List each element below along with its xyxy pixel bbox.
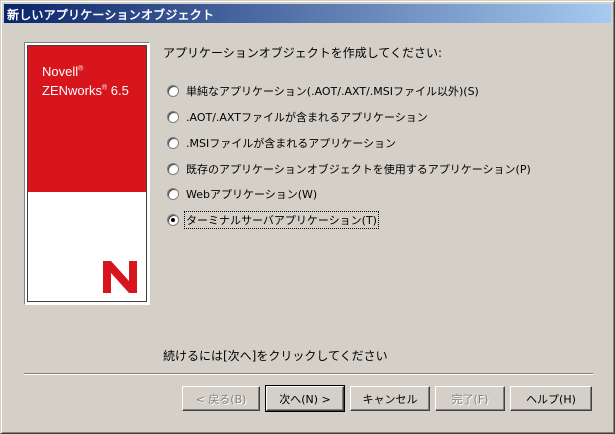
next-button[interactable]: 次へ(N) > xyxy=(265,385,345,412)
radio-button[interactable] xyxy=(167,188,179,200)
option-aot-axt-application[interactable]: .AOT/.AXTファイルが含まれるアプリケーション xyxy=(167,109,429,125)
option-terminal-server-application[interactable]: ターミナルサーバアプリケーション(T) xyxy=(167,211,379,229)
radio-button-selected[interactable] xyxy=(167,214,179,226)
brand-novell: Novell® xyxy=(42,64,84,79)
option-web-application[interactable]: Webアプリケーション(W) xyxy=(167,186,318,202)
radio-button[interactable] xyxy=(167,85,179,97)
option-label: .MSIファイルが含まれるアプリケーション xyxy=(186,137,396,150)
dialog-window: 新しいアプリケーションオブジェクト Novell® ZENworks® 6.5 … xyxy=(0,0,615,434)
option-label: 単純なアプリケーション(.AOT/.AXT/.MSIファイル以外)(S) xyxy=(186,85,479,98)
brand-zenworks: ZENworks® 6.5 xyxy=(42,83,129,98)
button-separator xyxy=(24,373,593,375)
option-label: ターミナルサーバアプリケーション(T) xyxy=(184,211,379,229)
option-msi-application[interactable]: .MSIファイルが含まれるアプリケーション xyxy=(167,135,397,151)
radio-button[interactable] xyxy=(167,137,179,149)
instruction-heading: アプリケーションオブジェクトを作成してください: xyxy=(163,46,443,60)
title-bar[interactable]: 新しいアプリケーションオブジェクト xyxy=(4,4,611,23)
radio-button[interactable] xyxy=(167,111,179,123)
radio-button[interactable] xyxy=(167,163,179,175)
cancel-button[interactable]: キャンセル xyxy=(350,386,430,411)
finish-button[interactable]: 完了(F) xyxy=(435,386,505,411)
option-label: .AOT/.AXTファイルが含まれるアプリケーション xyxy=(186,111,428,124)
banner-frame: Novell® ZENworks® 6.5 xyxy=(27,45,147,302)
window-title: 新しいアプリケーションオブジェクト xyxy=(7,8,215,22)
option-simple-application[interactable]: 単純なアプリケーション(.AOT/.AXT/.MSIファイル以外)(S) xyxy=(167,83,480,99)
novell-n-logo-icon xyxy=(103,261,137,293)
continue-hint: 続けるには[次へ]をクリックしてください xyxy=(163,349,388,363)
option-label: 既存のアプリケーションオブジェクトを使用するアプリケーション(P) xyxy=(186,163,531,176)
banner-red-panel: Novell® ZENworks® 6.5 xyxy=(28,46,146,192)
option-existing-object-application[interactable]: 既存のアプリケーションオブジェクトを使用するアプリケーション(P) xyxy=(167,161,532,177)
product-banner: Novell® ZENworks® 6.5 xyxy=(24,42,150,305)
option-label: Webアプリケーション(W) xyxy=(186,188,318,201)
back-button[interactable]: < 戻る(B) xyxy=(182,386,260,411)
help-button[interactable]: ヘルプ(H) xyxy=(510,386,592,411)
